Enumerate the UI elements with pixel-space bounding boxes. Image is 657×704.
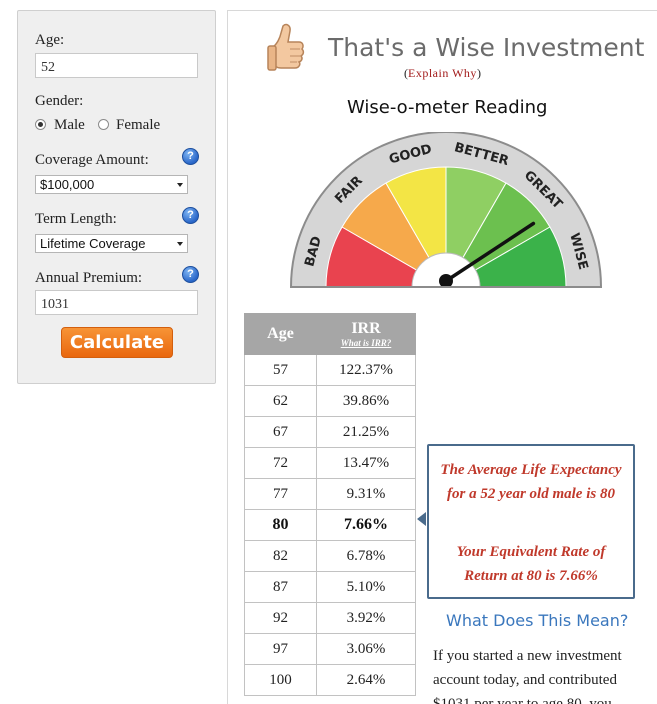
life-expectancy-text: The Average Life Expectancy for a 52 yea… [440,462,622,502]
age-label: Age: [35,32,65,48]
result-headline: That's a Wise Investment [328,33,645,62]
table-row: 77 9.31% [244,478,416,510]
callout-pointer [417,512,426,526]
annual-premium-input[interactable] [35,290,198,315]
table-row: 82 6.78% [244,540,416,572]
table-row: 87 5.10% [244,571,416,603]
gender-label: Gender: [35,93,84,109]
table-row: 72 13.47% [244,447,416,479]
age-cell: 80 [244,509,317,541]
irr-cell: 3.92% [316,602,416,634]
table-row: 67 21.25% [244,416,416,448]
table-row: 100 2.64% [244,664,416,696]
chevron-down-icon [177,242,183,246]
irr-cell: 39.86% [316,385,416,417]
equivalent-return-text: Your Equivalent Rate of Return at 80 is … [456,544,606,584]
term-length-value: Lifetime Coverage [40,236,146,251]
irr-cell: 122.37% [316,354,416,386]
irr-cell: 3.06% [316,633,416,665]
irr-table: Age IRR What is IRR? 57 122.37% 62 39.86% … [244,313,416,696]
irr-header-label: IRR [351,319,381,337]
irr-cell: 2.64% [316,664,416,696]
explain-close-paren: ) [476,66,481,80]
explain-why: (Explain Why) [404,66,481,81]
term-length-select[interactable]: Lifetime Coverage [35,234,188,253]
age-cell: 97 [244,633,317,665]
age-cell: 87 [244,571,317,603]
explain-why-link[interactable]: Explain Why [408,66,477,80]
age-cell: 57 [244,354,317,386]
meter-title: Wise-o-meter Reading [347,97,548,118]
what-does-this-mean-link[interactable]: What Does This Mean? [446,611,628,630]
age-cell: 72 [244,447,317,479]
irr-column-header: IRR What is IRR? [316,313,416,355]
irr-cell: 21.25% [316,416,416,448]
irr-cell: 9.31% [316,478,416,510]
coverage-amount-select[interactable]: $100,000 [35,175,188,194]
term-help-icon[interactable]: ? [182,207,199,224]
gender-female-radio[interactable] [98,119,109,130]
calculator-form-panel: Age: Gender: Male Female Coverage Amount… [17,10,216,384]
irr-cell: 5.10% [316,571,416,603]
gender-male-radio[interactable] [35,119,46,130]
explanation-text: If you started a new investment account … [433,648,622,704]
age-cell: 67 [244,416,317,448]
table-row: 62 39.86% [244,385,416,417]
gender-female-label[interactable]: Female [116,117,160,134]
irr-cell: 7.66% [316,509,416,541]
premium-help-icon[interactable]: ? [182,266,199,283]
age-cell: 92 [244,602,317,634]
coverage-help-icon[interactable]: ? [182,148,199,165]
table-row: 92 3.92% [244,602,416,634]
calculate-button[interactable]: Calculate [61,327,173,358]
irr-table-header: Age IRR What is IRR? [244,313,416,355]
thumbs-up-icon [267,23,305,71]
chevron-down-icon [177,183,183,187]
annual-premium-label: Annual Premium: [35,270,143,286]
age-column-header: Age [244,313,317,355]
table-row: 97 3.06% [244,633,416,665]
age-cell: 82 [244,540,317,572]
term-length-label: Term Length: [35,211,117,227]
what-is-irr-link[interactable]: What is IRR? [317,337,415,349]
irr-cell: 13.47% [316,447,416,479]
wise-o-meter-gauge: BADFAIRGOOD BETTERGREATWISE [289,132,603,289]
age-input[interactable] [35,53,198,78]
coverage-amount-value: $100,000 [40,177,95,192]
table-row: 57 122.37% [244,354,416,386]
coverage-amount-label: Coverage Amount: [35,152,149,168]
gauge-needle-pivot [439,274,453,288]
age-cell: 77 [244,478,317,510]
life-expectancy-callout: The Average Life Expectancy for a 52 yea… [427,444,635,599]
age-cell: 62 [244,385,317,417]
gender-male-label[interactable]: Male [54,117,85,134]
table-row-highlighted: 80 7.66% [244,509,416,541]
irr-cell: 6.78% [316,540,416,572]
age-cell: 100 [244,664,317,696]
